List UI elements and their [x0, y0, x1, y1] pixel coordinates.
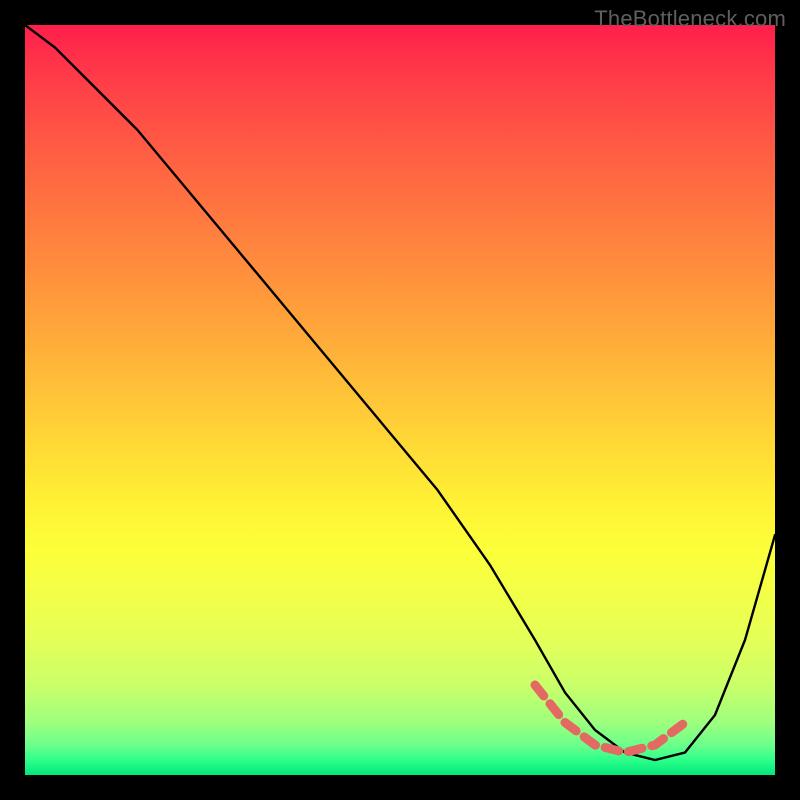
- watermark-text: TheBottleneck.com: [594, 6, 786, 32]
- bottleneck-curve-path: [25, 25, 775, 760]
- chart-plot-area: [25, 25, 775, 775]
- chart-svg: [25, 25, 775, 775]
